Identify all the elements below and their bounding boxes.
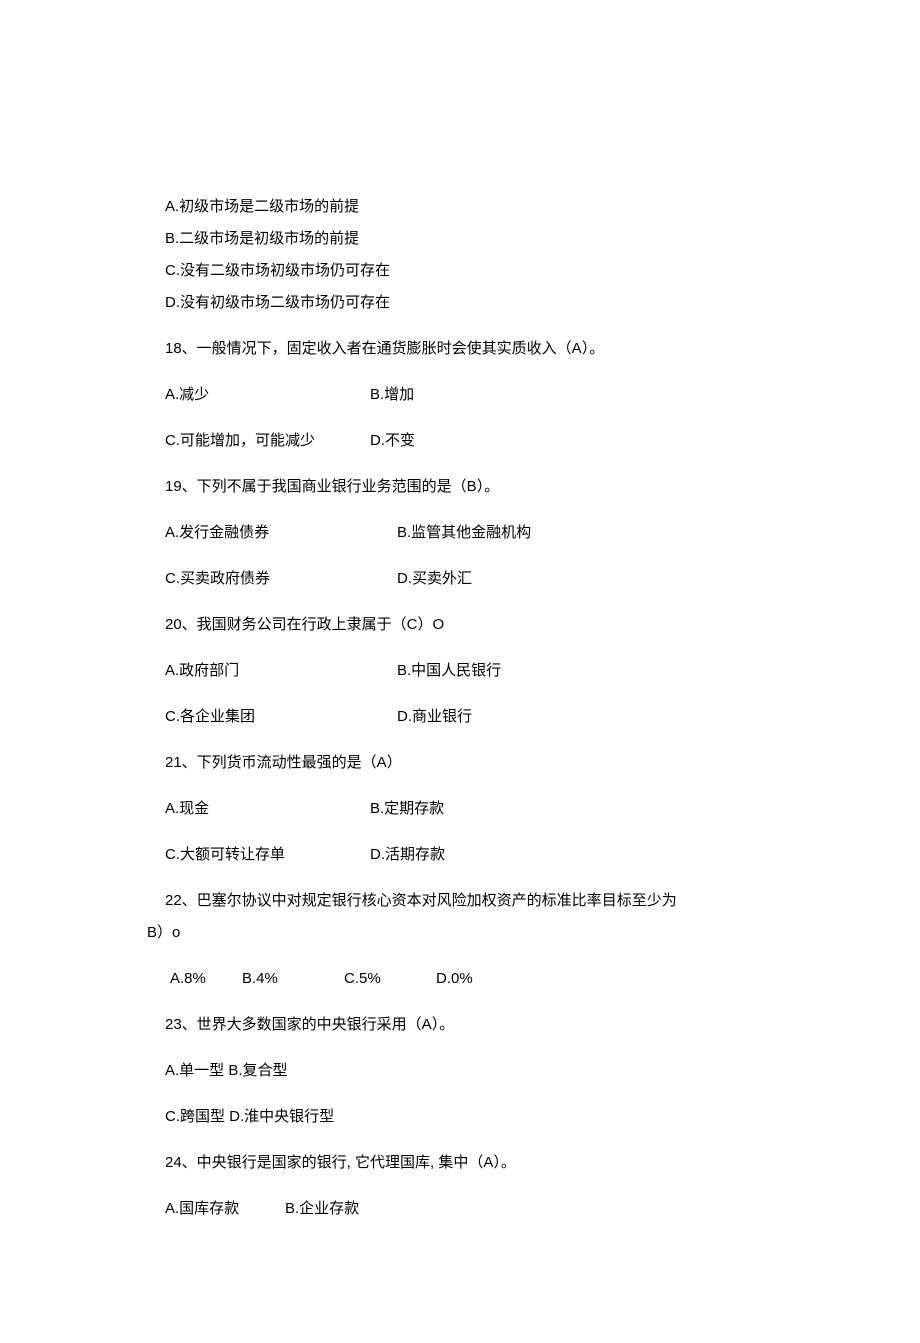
q20-option-c: C.各企业集团 xyxy=(165,705,397,729)
q20-option-b: B.中国人民银行 xyxy=(397,659,501,683)
q20-option-a: A.政府部门 xyxy=(165,659,397,683)
q22-option-b: B.4% xyxy=(242,967,344,991)
q23-options-ab: A.单一型 B.复合型 xyxy=(165,1059,755,1083)
q21-option-b: B.定期存款 xyxy=(370,797,444,821)
q20-options-row1: A.政府部门 B.中国人民银行 xyxy=(165,659,755,683)
q20-option-d: D.商业银行 xyxy=(397,705,472,729)
q24-option-b: B.企业存款 xyxy=(285,1197,359,1221)
q24-stem: 24、中央银行是国家的银行, 它代理国库, 集中（A）。 xyxy=(165,1151,755,1175)
q20-stem: 20、我国财务公司在行政上隶属于（C）O xyxy=(165,613,755,637)
q22-stem-line1: 22、巴塞尔协议中对规定银行核心资本对风险加权资产的标准比率目标至少为 xyxy=(165,889,755,913)
q18-stem: 18、一般情况下，固定收入者在通货膨胀时会使其实质收入（A）。 xyxy=(165,337,755,361)
q21-options-row2: C.大额可转让存单 D.活期存款 xyxy=(165,843,755,867)
q21-option-a: A.现金 xyxy=(165,797,370,821)
q21-options-row1: A.现金 B.定期存款 xyxy=(165,797,755,821)
q24-option-a: A.国库存款 xyxy=(165,1197,285,1221)
q18-options-row1: A.减少 B.增加 xyxy=(165,383,755,407)
q24-options-row: A.国库存款 B.企业存款 xyxy=(165,1197,755,1221)
q19-option-a: A.发行金融债券 xyxy=(165,521,397,545)
q18-options-row2: C.可能增加，可能减少 D.不变 xyxy=(165,429,755,453)
q23-options-cd: C.跨国型 D.淮中央银行型 xyxy=(165,1105,755,1129)
q22-option-a: A.8% xyxy=(170,967,242,991)
q17-option-b: B.二级市场是初级市场的前提 xyxy=(165,227,755,251)
q18-option-a: A.减少 xyxy=(165,383,370,407)
q17-option-c: C.没有二级市场初级市场仍可存在 xyxy=(165,259,755,283)
q17-option-a: A.初级市场是二级市场的前提 xyxy=(165,195,755,219)
q19-options-row1: A.发行金融债券 B.监管其他金融机构 xyxy=(165,521,755,545)
q23-stem: 23、世界大多数国家的中央银行采用（A）。 xyxy=(165,1013,755,1037)
q22-option-d: D.0% xyxy=(436,967,473,991)
q19-options-row2: C.买卖政府债券 D.买卖外汇 xyxy=(165,567,755,591)
q21-stem: 21、下列货币流动性最强的是（A） xyxy=(165,751,755,775)
q18-option-c: C.可能增加，可能减少 xyxy=(165,429,370,453)
q18-option-d: D.不变 xyxy=(370,429,415,453)
q19-option-b: B.监管其他金融机构 xyxy=(397,521,531,545)
q22-stem-line2: B）o xyxy=(147,921,755,945)
q21-option-c: C.大额可转让存单 xyxy=(165,843,370,867)
q21-option-d: D.活期存款 xyxy=(370,843,445,867)
q19-option-d: D.买卖外汇 xyxy=(397,567,472,591)
q19-option-c: C.买卖政府债券 xyxy=(165,567,397,591)
q22-option-c: C.5% xyxy=(344,967,436,991)
q19-stem: 19、下列不属于我国商业银行业务范围的是（B）。 xyxy=(165,475,755,499)
q22-options-row: A.8% B.4% C.5% D.0% xyxy=(165,967,755,991)
q17-option-d: D.没有初级市场二级市场仍可存在 xyxy=(165,291,755,315)
q20-options-row2: C.各企业集团 D.商业银行 xyxy=(165,705,755,729)
q18-option-b: B.增加 xyxy=(370,383,414,407)
